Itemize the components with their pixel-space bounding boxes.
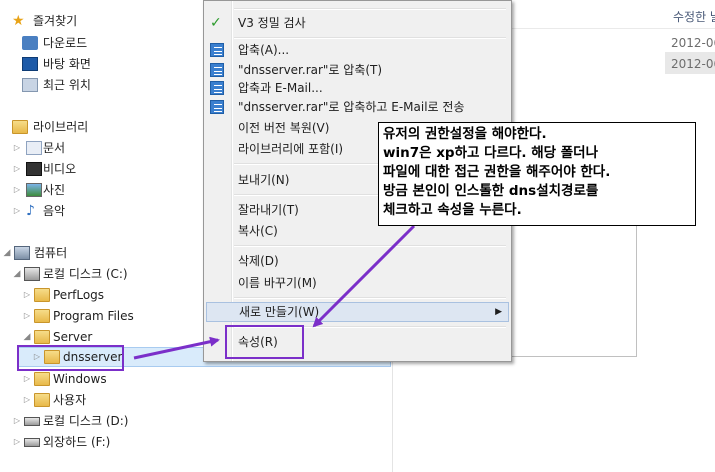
callout-line: 방금 본인이 인스톨한 dns설치경로를 (383, 183, 599, 199)
callout-line: win7은 xp하고 다르다. 해당 폴더나 (383, 145, 599, 161)
callout-line: 유저의 권한설정을 해야한다. (383, 126, 547, 142)
callout-line: 체크하고 속성을 누른다. (383, 202, 522, 218)
arrow-from-callout (312, 224, 416, 328)
callout-line: 파일에 대한 접근 권한을 해주어야 한다. (383, 164, 611, 180)
annotation-arrows (133, 224, 416, 360)
arrow-to-properties (133, 336, 220, 360)
annotation-callout: 유저의 권한설정을 해야한다. win7은 xp하고 다르다. 해당 폴더나 파… (378, 122, 696, 226)
